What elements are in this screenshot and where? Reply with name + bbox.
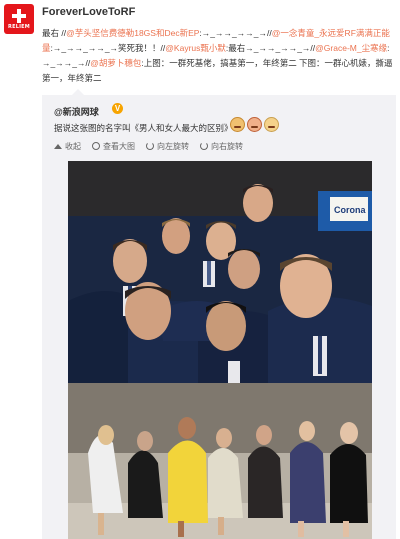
collapse-icon	[54, 144, 62, 149]
avatar-caption: RELIEM	[8, 24, 30, 30]
swiss-cross-icon	[11, 8, 27, 24]
repost-card: @新浪网球 V 据说这张图的名字叫《男人和女人最大的区别》？ 收起 查看大图 向…	[42, 89, 396, 539]
weibo-post: RELIEM ForeverLoveToRF 最右 //@芋头坚信费德勒18GS…	[0, 0, 400, 539]
view-large-button[interactable]: 查看大图	[92, 140, 135, 152]
mention-link[interactable]: @Kayrus甄小默	[165, 43, 226, 53]
cry-emoticon-icon	[247, 117, 262, 132]
rotate-right-label: 向右旋转	[211, 141, 243, 151]
post-text-segment: :→_→→_→→_→//	[199, 28, 272, 38]
post-body: 最右 //@芋头坚信费德勒18GS和Dec新EP:→_→→_→→_→//@一念青…	[42, 26, 394, 86]
post-text-segment: 最右 //	[42, 28, 67, 38]
original-post-text: 据说这张图的名字叫《男人和女人最大的区别》？	[54, 123, 242, 133]
doge-emoticon-icon	[264, 117, 279, 132]
view-large-label: 查看大图	[103, 141, 135, 151]
original-author-link[interactable]: @新浪网球	[54, 105, 99, 118]
collapse-label: 收起	[65, 141, 81, 151]
image-toolbar: 收起 查看大图 向左旋转 向右旋转	[54, 140, 254, 152]
rotate-right-icon	[200, 142, 208, 150]
rotate-left-icon	[146, 142, 154, 150]
zoom-icon	[92, 142, 100, 150]
group-selfie-photo[interactable]: Corona	[68, 161, 372, 385]
seated-group-illustration	[68, 383, 372, 539]
banner-text: Corona	[334, 205, 366, 215]
seated-group-photo[interactable]	[68, 383, 372, 539]
username-link[interactable]: ForeverLoveToRF	[42, 6, 135, 18]
verified-badge-icon: V	[112, 103, 123, 114]
user-avatar[interactable]: RELIEM	[4, 4, 34, 34]
collapse-button[interactable]: 收起	[54, 140, 81, 152]
post-text-segment: :→_→→_→→_→笑死我！！//	[50, 43, 166, 53]
rotate-left-button[interactable]: 向左旋转	[146, 140, 189, 152]
mention-link[interactable]: @Grace-M_尘寒缘	[315, 43, 387, 53]
rotate-right-button[interactable]: 向右旋转	[200, 140, 243, 152]
laugh-emoticon-icon	[230, 117, 245, 132]
mention-link[interactable]: @芋头坚信费德勒18GS和Dec新EP	[66, 28, 199, 38]
rotate-left-label: 向左旋转	[157, 141, 189, 151]
group-selfie-illustration: Corona	[68, 161, 372, 385]
mention-link[interactable]: @胡萝卜穗包	[90, 58, 141, 68]
post-text-segment: :最右→_→→_→→_→//	[225, 43, 316, 53]
repost-pointer	[72, 89, 84, 95]
